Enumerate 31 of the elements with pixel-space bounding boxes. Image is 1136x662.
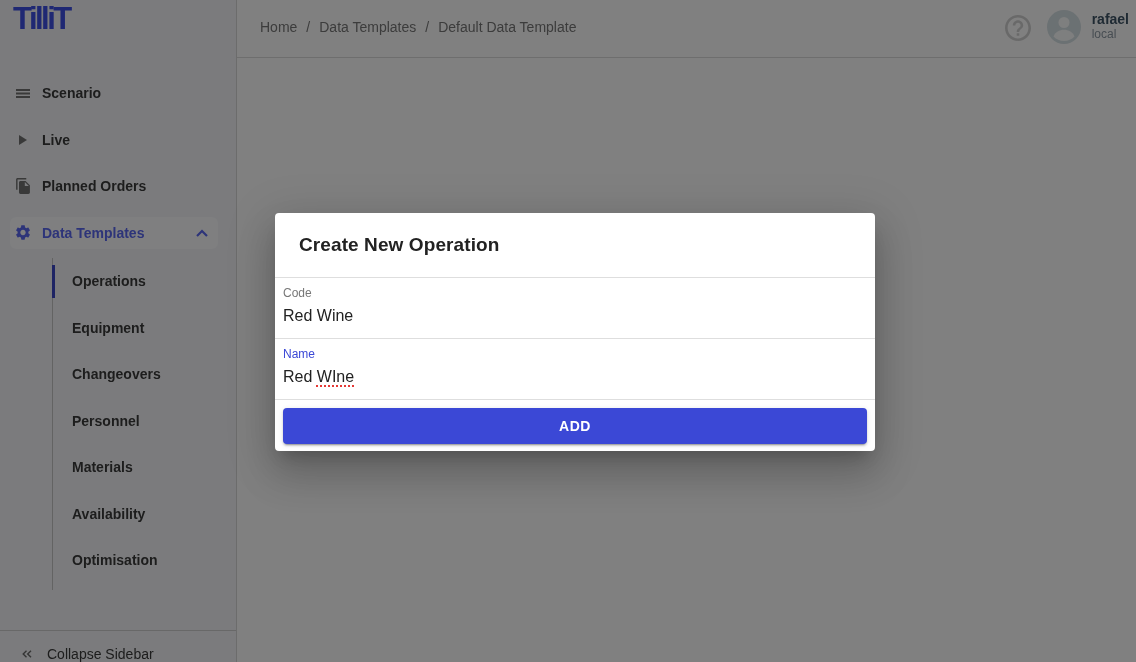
double-chevron-left-icon <box>22 650 32 658</box>
breadcrumb-separator: / <box>306 18 311 35</box>
sidebar-item[interactable]: Data Templates <box>10 216 218 249</box>
text-field[interactable]: Name Red WIne <box>275 339 875 400</box>
sidebar-subitem[interactable]: Operations <box>52 264 150 298</box>
documents-icon <box>16 178 30 195</box>
sidebar-subitem[interactable]: Availability <box>52 497 150 531</box>
sidebar-subitem[interactable]: Materials <box>52 450 137 484</box>
breadcrumb-link[interactable]: Home <box>260 18 298 35</box>
sidebar-subitem[interactable]: Personnel <box>52 404 144 438</box>
gear-icon <box>16 225 30 241</box>
text-field[interactable]: Code Red Wine <box>275 278 875 339</box>
breadcrumb-separator: / <box>425 18 430 35</box>
logo: TilliT <box>13 6 70 32</box>
field-label: Name <box>283 347 316 361</box>
dialog-title: Create New Operation <box>299 234 500 256</box>
field-label: Code <box>283 286 313 300</box>
user-subtitle: local <box>1091 26 1118 42</box>
collapse-sidebar-button[interactable]: Collapse Sidebar <box>22 647 154 661</box>
breadcrumb-link[interactable]: Default Data Template <box>438 18 577 35</box>
sidebar-item[interactable]: Live <box>10 123 76 156</box>
menu-icon <box>16 88 30 98</box>
add-button[interactable]: ADD <box>283 408 867 444</box>
sidebar-subitem[interactable]: Equipment <box>52 311 149 345</box>
breadcrumb-link[interactable]: Data Templates <box>319 18 417 35</box>
sidebar-subitem[interactable]: Changeovers <box>52 357 165 391</box>
sidebar-item[interactable]: Planned Orders <box>10 170 153 203</box>
sidebar-item[interactable]: Scenario <box>10 77 108 110</box>
play-icon <box>19 134 27 145</box>
sidebar-subitem[interactable]: Optimisation <box>52 543 162 577</box>
user-name: rafael <box>1091 11 1129 27</box>
